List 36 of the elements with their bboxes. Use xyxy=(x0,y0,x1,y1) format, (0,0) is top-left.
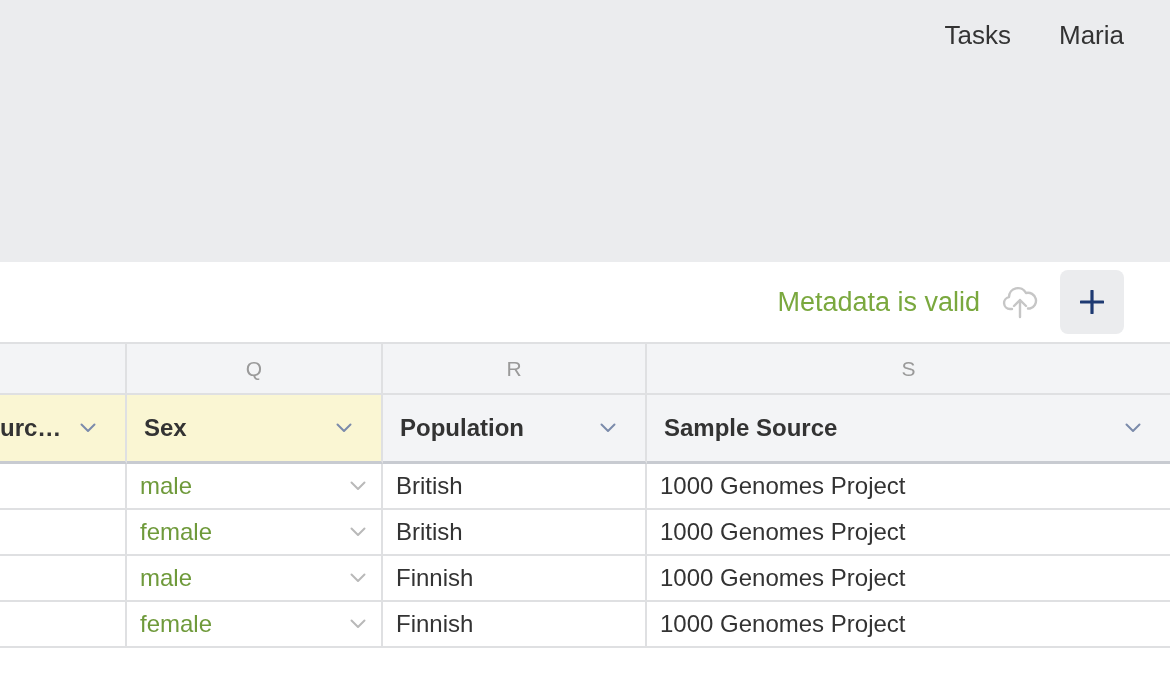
column-letter-cell: S xyxy=(647,344,1170,395)
column-title: Population xyxy=(400,413,524,443)
table-cell: 1000 Genomes Project xyxy=(647,464,1170,510)
chevron-down-icon xyxy=(350,481,366,491)
column-title: urc… xyxy=(0,413,62,443)
table-cell: 1000 Genomes Project xyxy=(647,510,1170,556)
table-cell: Finnish xyxy=(383,602,647,648)
cell-value: male xyxy=(140,471,193,501)
column-header[interactable]: Sample Source xyxy=(647,395,1170,464)
add-button[interactable] xyxy=(1060,270,1124,334)
column-header[interactable]: urc… xyxy=(0,395,127,464)
chevron-down-icon xyxy=(350,527,366,537)
column-header[interactable]: Population xyxy=(383,395,647,464)
cell-value: female xyxy=(140,609,213,639)
chevron-down-icon xyxy=(336,423,352,433)
chevron-down-icon xyxy=(600,423,616,433)
chevron-down-icon xyxy=(350,573,366,583)
table-cell: Finnish xyxy=(383,556,647,602)
column-letter-cell: R xyxy=(383,344,647,395)
nav-link[interactable]: Tasks xyxy=(944,19,1011,51)
table-cell: British xyxy=(383,510,647,556)
column-title: Sex xyxy=(144,413,187,443)
plus-icon xyxy=(1080,290,1104,314)
nav-link[interactable]: Maria xyxy=(1059,19,1124,51)
table-cell: 1000 Genomes Project xyxy=(647,602,1170,648)
column-letter-cell: Q xyxy=(127,344,383,395)
chevron-down-icon xyxy=(350,619,366,629)
table-cell: 1000 Genomes Project xyxy=(647,556,1170,602)
validation-status: Metadata is valid xyxy=(777,285,980,319)
chevron-down-icon xyxy=(1125,423,1141,433)
cell-value: female xyxy=(140,517,213,547)
table-cell: British xyxy=(383,464,647,510)
cell-value: male xyxy=(140,563,193,593)
column-header[interactable]: Sex xyxy=(127,395,383,464)
chevron-down-icon xyxy=(80,423,96,433)
column-title: Sample Source xyxy=(664,413,838,443)
